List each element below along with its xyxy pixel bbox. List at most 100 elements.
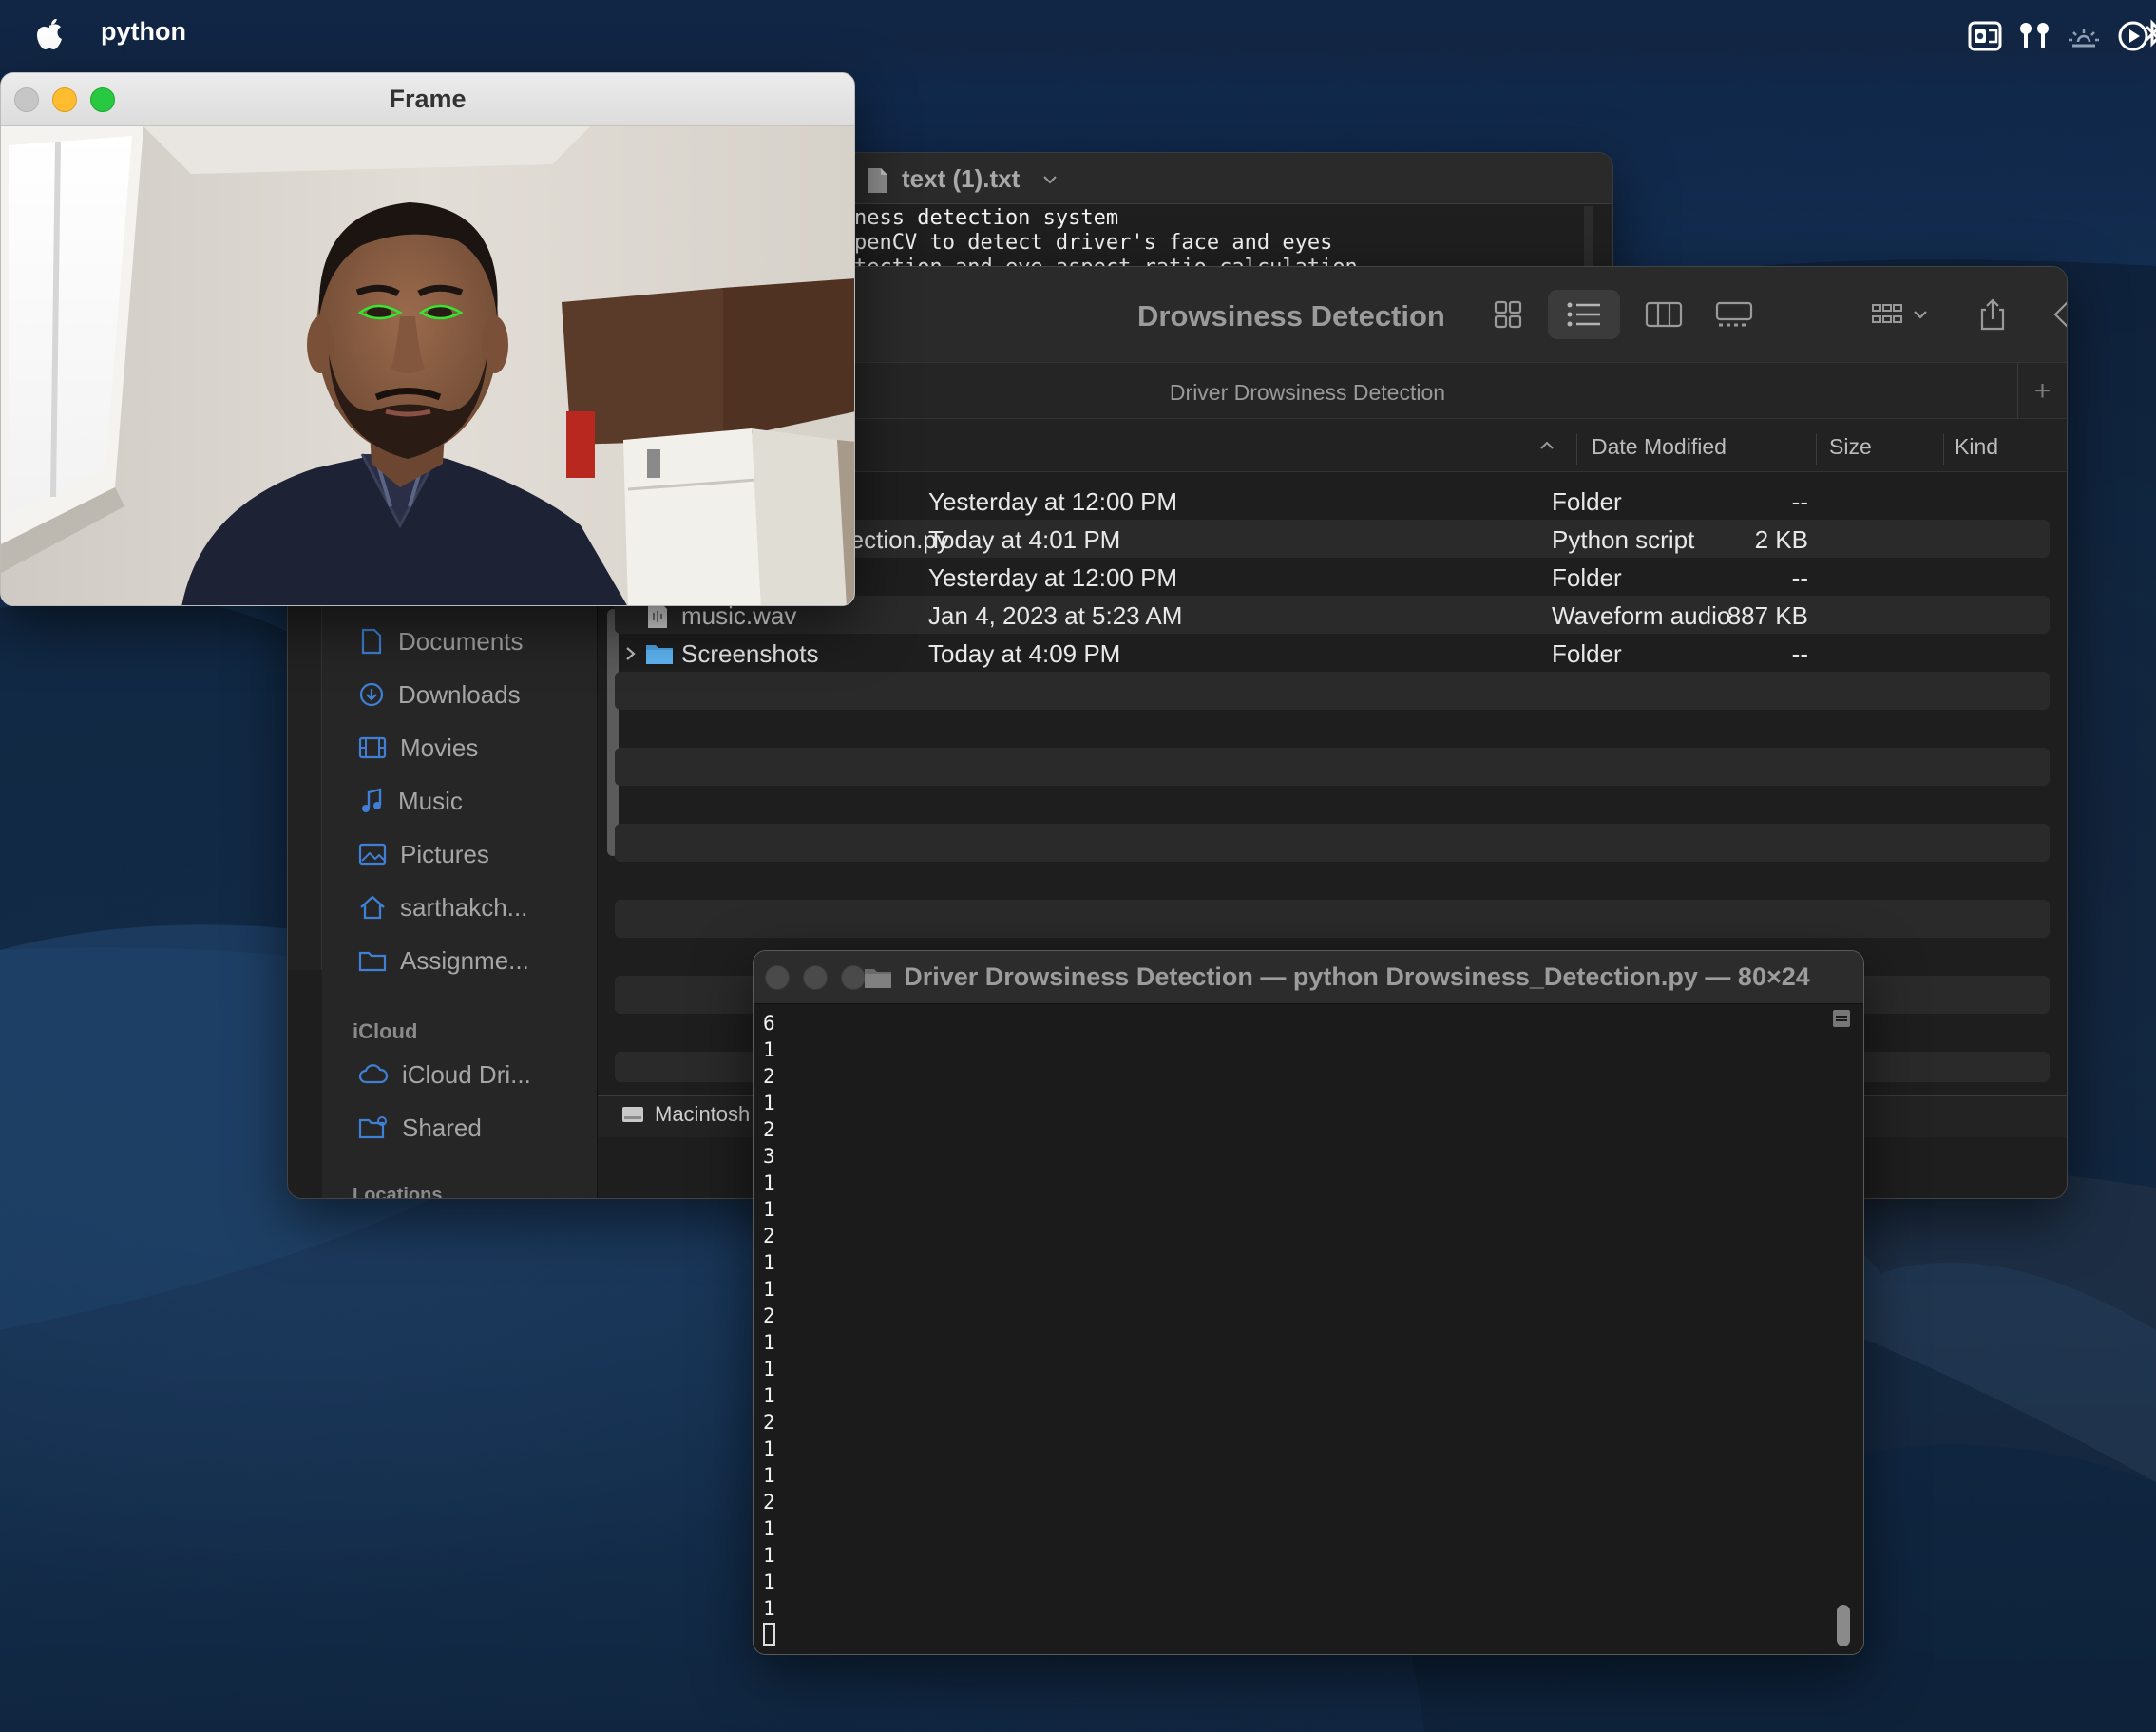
music-note-icon <box>362 788 382 812</box>
text-line: penCV to detect driver's face and eyes <box>854 231 1333 255</box>
sidebar-item-label: sarthakch... <box>400 892 528 922</box>
frame-title: Frame <box>389 85 467 113</box>
empty-row <box>615 748 2050 786</box>
terminal-title: Driver Drowsiness Detection — python Dro… <box>904 962 1810 991</box>
brightness-icon[interactable] <box>2065 17 2103 55</box>
share-icon <box>1980 298 2005 331</box>
gallery-view-button[interactable] <box>1708 290 1761 339</box>
path-item-disk[interactable]: Macintosh <box>620 1102 750 1127</box>
sidebar-item-home[interactable]: sarthakch... <box>358 888 527 926</box>
list-view-button[interactable] <box>1548 290 1620 339</box>
text-line: ness detection system <box>854 206 1119 230</box>
terminal-output-text: 6 1 2 1 2 3 1 1 2 1 1 2 1 1 1 2 1 1 2 1 … <box>763 1012 775 1620</box>
disk-name: Macintosh <box>655 1102 751 1126</box>
sidebar-item-documents[interactable]: Documents <box>358 622 524 660</box>
frame-window[interactable]: Frame <box>0 72 855 606</box>
sidebar-item-label: iCloud Dri... <box>402 1059 531 1089</box>
sidebar-item-shared[interactable]: Shared <box>358 1109 482 1147</box>
document-icon <box>361 628 382 655</box>
sidebar-item-label: Assignme... <box>400 945 529 975</box>
group-icon <box>1872 304 1902 323</box>
sidebar-item-label: Downloads <box>398 679 521 709</box>
empty-row <box>615 672 2050 710</box>
group-by-button[interactable] <box>1861 290 1937 339</box>
sidebar-item-label: Movies <box>400 733 479 762</box>
file-row[interactable]: Screenshots Today at 4:09 PM -- Folder <box>615 634 2050 672</box>
sidebar-item-assignments[interactable]: Assignme... <box>358 942 529 980</box>
file-kind: Folder <box>1552 639 1622 668</box>
terminal-titlebar[interactable]: Driver Drowsiness Detection — python Dro… <box>754 951 1863 1004</box>
sidebar-item-label: Music <box>398 786 463 815</box>
file-kind: Waveform audio <box>1552 601 1731 630</box>
outlook-icon[interactable] <box>1966 17 2004 55</box>
columns-icon <box>1645 301 1683 328</box>
empty-row <box>615 824 2050 862</box>
apple-menu-icon[interactable] <box>34 15 65 53</box>
sidebar-item-label: Pictures <box>400 839 489 868</box>
picture-icon <box>358 843 387 866</box>
terminal-cursor <box>763 1623 775 1646</box>
airpods-icon[interactable] <box>2015 17 2053 55</box>
grid-icon <box>1494 300 1522 329</box>
file-kind: Python script <box>1552 525 1695 554</box>
terminal-window[interactable]: Driver Drowsiness Detection — python Dro… <box>753 950 1864 1655</box>
shared-folder-icon <box>358 1116 387 1139</box>
sidebar-item-music[interactable]: Music <box>358 782 463 820</box>
file-size: 2 KB <box>1754 525 1808 554</box>
sidebar-item-icloud-drive[interactable]: iCloud Dri... <box>358 1056 531 1094</box>
file-kind: Folder <box>1552 563 1622 592</box>
sort-ascending-icon[interactable] <box>1538 440 1555 451</box>
sidebar-section-icloud: iCloud <box>353 1019 418 1043</box>
file-date: Jan 4, 2023 at 5:23 AM <box>928 601 1183 630</box>
disclosure-triangle-icon[interactable] <box>624 645 638 662</box>
empty-row <box>615 900 2050 938</box>
chevron-down-icon[interactable] <box>1042 174 1058 185</box>
cloud-icon <box>358 1064 389 1084</box>
folder-icon <box>646 645 673 664</box>
tag-button[interactable] <box>2042 290 2067 339</box>
sidebar-item-downloads[interactable]: Downloads <box>358 676 521 714</box>
sidebar-item-label: Documents <box>398 626 524 656</box>
sidebar-item-label: Shared <box>402 1113 482 1142</box>
new-tab-button[interactable]: + <box>2017 363 2067 420</box>
text-editor-title[interactable]: text (1).txt <box>902 164 1020 194</box>
terminal-scrollbar[interactable] <box>1837 1605 1850 1646</box>
download-icon <box>359 682 384 707</box>
terminal-output[interactable]: 6 1 2 1 2 3 1 1 2 1 1 2 1 1 1 2 1 1 2 1 … <box>763 1010 775 1648</box>
scroll-marker-icon[interactable] <box>1831 1008 1852 1029</box>
file-size: -- <box>1791 487 1808 516</box>
column-view-button[interactable] <box>1637 290 1690 339</box>
share-button[interactable] <box>1966 290 2019 339</box>
menu-bar: python <box>0 0 2156 70</box>
film-icon <box>358 736 387 759</box>
text-editor-titlebar[interactable]: text (1).txt <box>837 153 1612 204</box>
sidebar-item-movies[interactable]: Movies <box>358 729 478 767</box>
terminal-title-wrap: Driver Drowsiness Detection — python Dro… <box>754 962 1863 992</box>
file-date: Today at 4:01 PM <box>928 525 1121 554</box>
file-size: -- <box>1791 639 1808 668</box>
home-icon <box>360 895 385 920</box>
frame-titlebar[interactable]: Frame <box>1 73 854 126</box>
tag-icon <box>2053 301 2067 328</box>
column-header-size[interactable]: Size <box>1829 434 1872 460</box>
chevron-down-icon <box>1914 311 1927 319</box>
file-kind: Folder <box>1552 487 1622 516</box>
finder-window-title: Drowsiness Detection <box>1137 299 1445 333</box>
column-header-kind[interactable]: Kind <box>1955 434 1998 460</box>
sidebar-item-pictures[interactable]: Pictures <box>358 835 489 873</box>
column-divider[interactable] <box>1816 434 1817 465</box>
icon-view-button[interactable] <box>1481 290 1535 339</box>
webcam-video-feed <box>1 126 854 605</box>
column-divider[interactable] <box>1576 434 1577 465</box>
sidebar-section-locations: Locations <box>353 1185 443 1199</box>
bluetooth-icon[interactable] <box>2143 17 2156 55</box>
column-divider[interactable] <box>1943 434 1944 465</box>
file-size: -- <box>1791 563 1808 592</box>
file-date: Today at 4:09 PM <box>928 639 1121 668</box>
gallery-icon <box>1715 301 1753 327</box>
hard-drive-icon <box>622 1107 643 1122</box>
file-date: Yesterday at 12:00 PM <box>928 563 1178 592</box>
file-name: Screenshots <box>681 639 819 668</box>
column-header-date[interactable]: Date Modified <box>1592 434 1727 460</box>
app-name-menu[interactable]: python <box>101 17 186 47</box>
